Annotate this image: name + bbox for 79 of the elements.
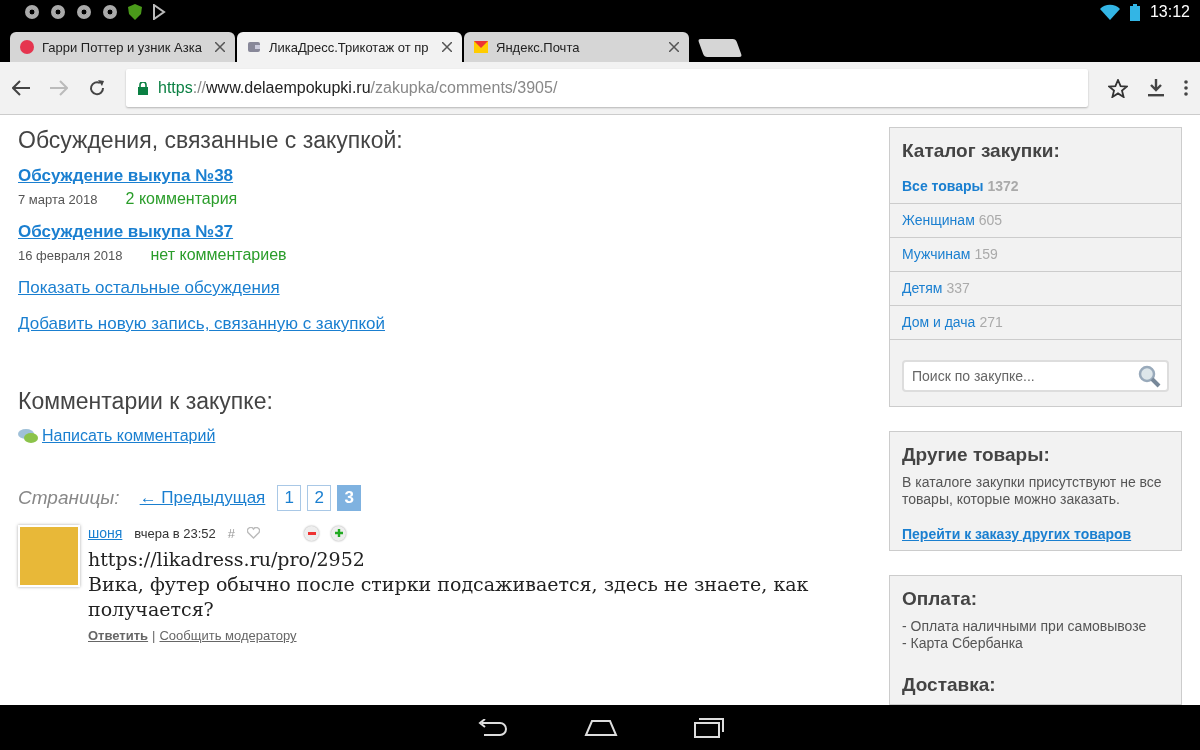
panel-heading: Доставка: (901, 673, 997, 697)
category-link[interactable]: Мужчинам (902, 246, 971, 262)
search-field[interactable]: Поиск по закупке... (902, 360, 1169, 392)
category-link[interactable]: Женщинам (902, 212, 975, 228)
reload-icon[interactable] (88, 79, 106, 97)
report-link[interactable]: Сообщить модератору (159, 628, 297, 643)
payment-method: - Карта Сбербанка (901, 635, 1024, 652)
pages-label: Страницы: (18, 487, 120, 509)
close-icon[interactable] (442, 42, 452, 52)
panel-heading: Другие товары: (901, 443, 1051, 467)
avatar-photo-placeholder (18, 525, 80, 587)
comment-author[interactable]: шоня (88, 525, 123, 541)
app-icon (20, 40, 34, 54)
discussion-link[interactable]: Обсуждение выкупа №37 (18, 222, 234, 241)
comment-text: Вика, футер обычно после стирки подсаживается, здесь не знаете, как получается? (88, 572, 810, 622)
close-icon[interactable] (669, 42, 679, 52)
back-icon[interactable] (12, 80, 30, 96)
separator: | (152, 628, 156, 643)
page-button[interactable]: 2 (307, 485, 332, 511)
clock: 13:12 (1149, 3, 1190, 21)
comment-count: 2 комментария (125, 190, 238, 208)
browser-tab[interactable]: Гарри Поттер и узник Азка (10, 32, 235, 62)
wifi-icon (1099, 4, 1120, 20)
play-store-icon (152, 4, 166, 20)
minus-icon (307, 531, 316, 535)
add-entry-link[interactable]: Добавить новую запись, связанную с закупкой (18, 314, 385, 334)
plus-icon (334, 529, 343, 537)
payment-method: - Оплата наличными при самовывозе (901, 618, 1148, 635)
vote-down-button[interactable] (304, 525, 320, 541)
menu-icon[interactable] (1184, 80, 1188, 96)
shield-icon (128, 4, 142, 20)
comment-count: нет комментариев (150, 246, 287, 264)
vote-up-button[interactable] (331, 525, 347, 541)
back-icon[interactable] (476, 718, 508, 737)
address-bar[interactable]: https://www.delaempokupki.ru/zakupka/comments/3905/ (126, 69, 1088, 107)
panel-heading: Оплата: (901, 587, 979, 611)
discussion-date: 16 февраля 2018 (18, 248, 123, 263)
browser-tab[interactable]: ЛикаДресс.Трикотаж от пр (237, 32, 462, 62)
star-icon[interactable] (1108, 78, 1128, 98)
browser-icon (76, 4, 92, 20)
reply-link[interactable]: Ответить (88, 628, 149, 643)
item-count: 271 (979, 314, 1003, 330)
category-link[interactable]: Все товары (902, 178, 984, 194)
item-count: 159 (974, 246, 998, 262)
browser-tab[interactable]: Яндекс.Почта (464, 32, 689, 62)
comment-time: вчера в 23:52 (134, 525, 216, 541)
home-icon[interactable] (584, 718, 618, 737)
battery-icon (1129, 3, 1140, 21)
download-icon[interactable] (1148, 79, 1164, 97)
write-comment-link[interactable]: Написать комментарий (42, 427, 216, 445)
category-link[interactable]: Детям (902, 280, 943, 296)
browser-icon (24, 4, 40, 20)
section-heading: Обсуждения, связанные с закупкой: (18, 127, 404, 154)
comment-link[interactable]: https://likadress.ru/pro/2952 (88, 547, 863, 572)
item-count: 337 (946, 280, 970, 296)
previous-page-link[interactable]: ← Предыдущая (139, 488, 266, 508)
page-button[interactable]: 3 (337, 485, 362, 511)
speech-bubbles-icon (18, 428, 38, 444)
section-heading: Комментарии к закупке: (18, 388, 274, 415)
search-icon[interactable] (1137, 364, 1161, 388)
panel-text: В каталоге закупки присутствуют не все товары, которые можно заказать. (901, 474, 1163, 508)
lock-icon (138, 81, 148, 95)
permalink[interactable]: # (227, 525, 236, 541)
order-other-goods-link[interactable]: Перейти к заказу других товаров (902, 526, 1132, 542)
new-tab-button[interactable] (697, 39, 743, 57)
page-button[interactable]: 1 (277, 485, 302, 511)
discussion-date: 7 марта 2018 (18, 192, 98, 207)
envelope-icon (474, 41, 488, 53)
browser-icon (102, 4, 118, 20)
item-count: 605 (978, 212, 1003, 228)
item-count: 1372 (987, 178, 1019, 194)
show-more-link[interactable]: Показать остальные обсуждения (18, 278, 280, 298)
category-link[interactable]: Дом и дача (902, 314, 976, 330)
panel-heading: Каталог закупки: (901, 139, 1061, 163)
browser-icon (50, 4, 66, 20)
discussion-link[interactable]: Обсуждение выкупа №38 (18, 166, 234, 185)
wallet-icon (247, 40, 261, 54)
close-icon[interactable] (215, 42, 225, 52)
recent-apps-icon[interactable] (694, 717, 724, 738)
